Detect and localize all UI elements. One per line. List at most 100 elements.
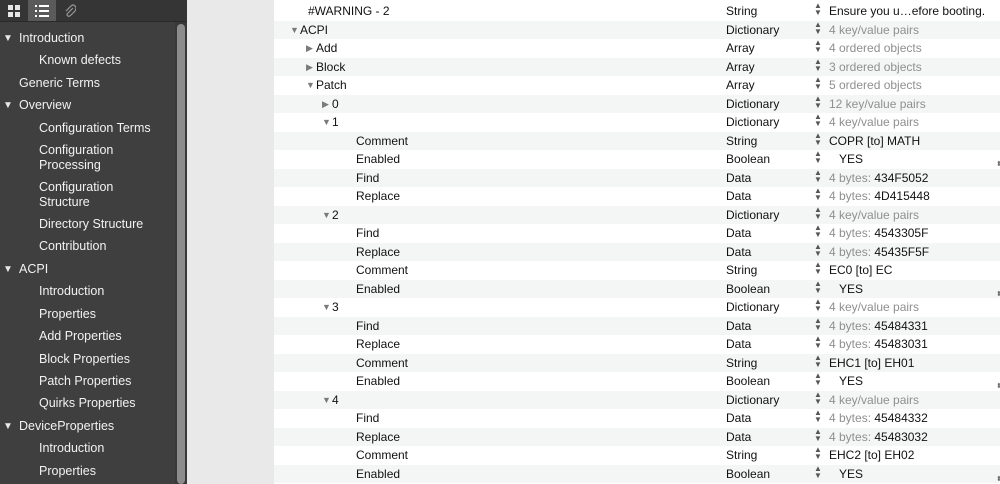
type-stepper-icon[interactable]: ▲ ▼: [814, 446, 822, 461]
outline-item-configuration-structure[interactable]: Configuration Structure: [0, 180, 187, 210]
plist-key[interactable]: 4: [332, 391, 339, 410]
plist-row[interactable]: Enabled Boolean ▲ ▼ YES ⬍: [274, 150, 1000, 169]
plist-type[interactable]: Dictionary: [726, 21, 779, 40]
disclosure-open-icon[interactable]: ▼: [3, 419, 13, 434]
plist-row[interactable]: ▼ 2 Dictionary ▲ ▼ 4 key/value pairs: [274, 205, 1000, 225]
plist-key[interactable]: Find: [356, 409, 379, 428]
outline-item-block-properties[interactable]: Block Properties: [0, 352, 187, 367]
plist-value-data[interactable]: 4 bytes: 434F5052: [829, 169, 928, 188]
plist-value[interactable]: Ensure you u…efore booting.: [829, 2, 985, 21]
plist-row[interactable]: ▼ ACPI Dictionary ▲ ▼ 4 key/value pairs: [274, 20, 1000, 40]
type-stepper-icon[interactable]: ▲ ▼: [814, 409, 822, 424]
plist-value[interactable]: 4 key/value pairs: [829, 206, 919, 225]
disclosure-open-icon[interactable]: ▼: [322, 206, 332, 225]
plist-key[interactable]: 3: [332, 298, 339, 317]
outline-item-overview[interactable]: ▼ Overview: [0, 98, 187, 113]
plist-type[interactable]: Dictionary: [726, 391, 779, 410]
plist-value[interactable]: 12 key/value pairs: [829, 95, 926, 114]
plist-type[interactable]: Data: [726, 224, 751, 243]
disclosure-open-icon[interactable]: ▼: [306, 76, 316, 95]
plist-key[interactable]: Enabled: [356, 280, 400, 299]
plist-row[interactable]: Comment String ▲ ▼ COPR [to] MATH: [274, 131, 1000, 151]
plist-type[interactable]: Data: [726, 335, 751, 354]
plist-value[interactable]: 5 ordered objects: [829, 76, 922, 95]
plist-type[interactable]: String: [726, 261, 757, 280]
plist-value[interactable]: EHC2 [to] EH02: [829, 446, 914, 465]
plist-type[interactable]: Data: [726, 428, 751, 447]
disclosure-open-icon[interactable]: ▼: [3, 98, 13, 113]
plist-row[interactable]: Comment String ▲ ▼ EHC2 [to] EH02: [274, 446, 1000, 465]
plist-key[interactable]: #WARNING - 2: [308, 2, 390, 21]
plist-type[interactable]: String: [726, 446, 757, 465]
type-stepper-icon[interactable]: ▲ ▼: [814, 298, 822, 313]
plist-key[interactable]: Find: [356, 169, 379, 188]
disclosure-open-icon[interactable]: ▼: [322, 298, 332, 317]
plist-value-data[interactable]: 4 bytes: 45483032: [829, 428, 928, 447]
boolean-popup-icon[interactable]: ⬍: [996, 471, 1000, 484]
plist-key[interactable]: 2: [332, 206, 339, 225]
plist-value[interactable]: YES: [829, 372, 863, 391]
plist-key[interactable]: Block: [316, 58, 345, 77]
plist-value[interactable]: 3 ordered objects: [829, 58, 922, 77]
outline-item-acpi-properties[interactable]: Properties: [0, 307, 187, 322]
plist-row[interactable]: ▼ 1 Dictionary ▲ ▼ 4 key/value pairs: [274, 113, 1000, 132]
plist-row[interactable]: ▶ Block Array ▲ ▼ 3 ordered objects: [274, 57, 1000, 77]
plist-value[interactable]: 4 key/value pairs: [829, 113, 919, 132]
type-stepper-icon[interactable]: ▲ ▼: [814, 76, 822, 91]
type-stepper-icon[interactable]: ▲ ▼: [814, 261, 822, 276]
plist-value-data[interactable]: 4 bytes: 4D415448: [829, 187, 930, 206]
plist-key[interactable]: Enabled: [356, 465, 400, 484]
plist-row[interactable]: Replace Data ▲ ▼ 4 bytes: 45483031: [274, 335, 1000, 354]
type-stepper-icon[interactable]: ▲ ▼: [814, 2, 822, 17]
plist-value[interactable]: 4 key/value pairs: [829, 21, 919, 40]
plist-value[interactable]: YES: [829, 465, 863, 484]
outline-item-dp-properties[interactable]: Properties: [0, 464, 187, 479]
plist-key[interactable]: Enabled: [356, 150, 400, 169]
plist-row[interactable]: ▶ Add Array ▲ ▼ 4 ordered objects: [274, 39, 1000, 58]
plist-row[interactable]: Find Data ▲ ▼ 4 bytes: 45484332: [274, 409, 1000, 428]
outline-item-configuration-processing[interactable]: Configuration Processing: [0, 143, 187, 173]
plist-value-data[interactable]: 4 bytes: 45484331: [829, 317, 928, 336]
type-stepper-icon[interactable]: ▲ ▼: [814, 427, 822, 442]
type-stepper-icon[interactable]: ▲ ▼: [814, 57, 822, 72]
disclosure-open-icon[interactable]: ▼: [3, 31, 13, 46]
plist-type[interactable]: String: [726, 2, 757, 21]
plist-type[interactable]: Boolean: [726, 150, 770, 169]
plist-type[interactable]: Array: [726, 58, 755, 77]
disclosure-closed-icon[interactable]: ▶: [306, 39, 316, 58]
type-stepper-icon[interactable]: ▲ ▼: [814, 94, 822, 109]
outline-item-contribution[interactable]: Contribution: [0, 239, 187, 254]
outline-item-introduction[interactable]: ▼ Introduction: [0, 31, 187, 46]
plist-key[interactable]: Comment: [356, 261, 408, 280]
plist-value[interactable]: YES: [829, 150, 863, 169]
type-stepper-icon[interactable]: ▲ ▼: [814, 224, 822, 239]
plist-key[interactable]: 0: [332, 95, 339, 114]
outline-item-configuration-terms[interactable]: Configuration Terms: [0, 121, 187, 136]
type-stepper-icon[interactable]: ▲ ▼: [814, 353, 822, 368]
plist-key[interactable]: Comment: [356, 132, 408, 151]
plist-value[interactable]: EHC1 [to] EH01: [829, 354, 914, 373]
outline-item-deviceproperties[interactable]: ▼ DeviceProperties: [0, 419, 187, 434]
outline-item-generic-terms[interactable]: Generic Terms: [0, 76, 187, 91]
type-stepper-icon[interactable]: ▲ ▼: [814, 279, 822, 294]
outline-item-known-defects[interactable]: Known defects: [0, 53, 187, 68]
disclosure-open-icon[interactable]: ▼: [322, 113, 332, 132]
plist-type[interactable]: Data: [726, 317, 751, 336]
plist-value[interactable]: EC0 [to] EC: [829, 261, 892, 280]
plist-row[interactable]: Replace Data ▲ ▼ 4 bytes: 4D415448: [274, 187, 1000, 206]
plist-row[interactable]: ▼ 3 Dictionary ▲ ▼ 4 key/value pairs: [274, 298, 1000, 317]
plist-row[interactable]: Enabled Boolean ▲ ▼ YES ⬍: [274, 464, 1000, 484]
plist-key[interactable]: Replace: [356, 428, 400, 447]
plist-type[interactable]: Dictionary: [726, 298, 779, 317]
plist-row[interactable]: Find Data ▲ ▼ 4 bytes: 45484331: [274, 316, 1000, 336]
plist-value[interactable]: COPR [to] MATH: [829, 132, 920, 151]
plist-value-data[interactable]: 4 bytes: 4543305F: [829, 224, 928, 243]
disclosure-open-icon[interactable]: ▼: [290, 21, 300, 40]
plist-type[interactable]: Array: [726, 39, 755, 58]
plist-value[interactable]: YES: [829, 280, 863, 299]
plist-row[interactable]: #WARNING - 2 String ▲ ▼ Ensure you u…efore b…: [274, 2, 1000, 21]
attachments-tab[interactable]: [56, 0, 84, 21]
type-stepper-icon[interactable]: ▲ ▼: [814, 150, 822, 165]
plist-row[interactable]: Comment String ▲ ▼ EC0 [to] EC: [274, 261, 1000, 280]
plist-key[interactable]: Replace: [356, 335, 400, 354]
